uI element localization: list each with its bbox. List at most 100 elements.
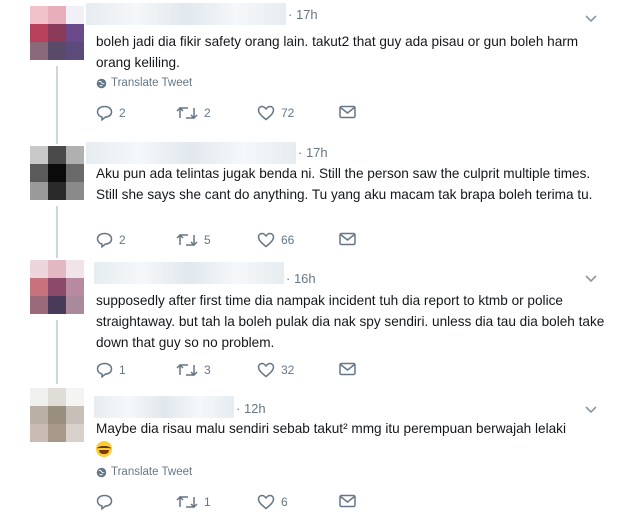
tweet-time[interactable]: · 17h [298,145,328,160]
heart-icon [257,494,275,510]
avatar-pixel [30,260,48,278]
thread-line [56,254,58,258]
translate-label: Translate Tweet [111,466,193,478]
message-button[interactable] [339,362,356,376]
retweet-button[interactable]: 1 [176,494,211,510]
tweet-time[interactable]: · 12h [236,401,266,416]
chevron-down-icon[interactable] [584,274,598,284]
tweet-text: boleh jadi dia fikir safety orang lain. … [96,34,579,70]
reply-icon [96,494,113,510]
envelope-icon [339,232,356,246]
retweet-icon [176,495,198,509]
avatar-pixel [66,278,84,296]
like-button[interactable]: 72 [257,105,294,121]
avatar-pixel [30,278,48,296]
reply-icon [96,105,113,121]
retweet-button[interactable]: 2 [176,105,211,121]
avatar-pixel [48,42,66,60]
envelope-icon [339,362,356,376]
tweet-actions: 2 2 72 [96,105,396,127]
avatar-pixel [30,406,48,424]
avatar-pixel [66,182,84,200]
tweet-4[interactable]: · 12h Maybe dia risau malu sendiri sebab… [0,388,632,515]
retweet-count: 5 [204,233,211,247]
message-button[interactable] [339,105,356,119]
avatar-pixel [48,146,66,164]
heart-icon [257,362,275,378]
like-count: 6 [281,495,288,509]
like-count: 72 [281,106,295,120]
author-name-redacted [86,3,286,25]
avatar[interactable] [30,260,84,314]
avatar-pixel [30,182,48,200]
avatar-pixel [48,164,66,182]
chevron-down-icon[interactable] [584,14,598,24]
translate-tweet-link[interactable]: Translate Tweet [96,466,192,478]
reply-icon [96,232,113,248]
tweet-1[interactable]: · 17h boleh jadi dia fikir safety orang … [0,0,632,132]
message-button[interactable] [339,232,356,246]
tweet-time[interactable]: · 16h [286,271,316,286]
thread-line [56,320,58,384]
tweet-time[interactable]: · 17h [288,7,318,22]
avatar-pixel [48,278,66,296]
reply-button[interactable]: 1 [96,362,126,378]
avatar[interactable] [30,388,84,442]
translate-tweet-link[interactable]: Translate Tweet [96,77,192,89]
avatar-pixel [66,146,84,164]
globe-icon [96,78,107,88]
avatar-pixel [66,406,84,424]
avatar-pixel [48,388,66,406]
like-count: 32 [281,363,295,377]
chevron-down-icon[interactable] [584,405,598,415]
avatar-pixel [66,164,84,182]
avatar-pixel [30,296,48,314]
avatar-pixel [48,296,66,314]
avatar-pixel [48,6,66,24]
reply-count: 1 [119,363,126,377]
reply-button[interactable] [96,494,113,510]
avatar-pixel [48,24,66,42]
avatar[interactable] [30,6,84,60]
translate-label: Translate Tweet [111,77,193,89]
heart-icon [257,232,275,248]
tweet-actions: 2 5 66 [96,232,396,254]
like-button[interactable]: 32 [257,362,294,378]
tears-of-joy-emoji-icon [96,441,112,457]
avatar-pixel [66,388,84,406]
retweet-icon [176,106,198,120]
tweet-text-content: Maybe dia risau malu sendiri sebab takut… [96,421,566,436]
tweet-2[interactable]: · 17h Aku pun ada telintas jugak benda n… [0,132,632,256]
message-button[interactable] [339,494,356,508]
avatar-pixel [30,424,48,442]
heart-icon [257,105,275,121]
tweet-actions: 1 6 [96,494,396,516]
retweet-button[interactable]: 3 [176,362,211,378]
avatar-pixel [30,164,48,182]
tweet-3[interactable]: · 16h supposedly after first time dia na… [0,254,632,388]
reply-button[interactable]: 2 [96,105,126,121]
avatar-pixel [48,260,66,278]
envelope-icon [339,494,356,508]
avatar-pixel [48,182,66,200]
author-name-redacted [94,262,284,284]
avatar-pixel [66,260,84,278]
like-button[interactable]: 66 [257,232,294,248]
tweet-text: Maybe dia risau malu sendiri sebab takut… [96,418,606,460]
tweet-actions: 1 3 32 [96,362,396,384]
retweet-icon [176,233,198,247]
retweet-count: 2 [204,106,211,120]
avatar[interactable] [30,146,84,200]
like-count: 66 [281,233,295,247]
retweet-button[interactable]: 5 [176,232,211,248]
avatar-pixel [66,296,84,314]
avatar-pixel [30,388,48,406]
reply-button[interactable]: 2 [96,232,126,248]
avatar-pixel [66,42,84,60]
thread-line [56,132,58,144]
author-name-redacted [86,142,296,164]
globe-icon [96,467,107,477]
avatar-pixel [30,42,48,60]
reply-count: 2 [119,106,126,120]
like-button[interactable]: 6 [257,494,288,510]
